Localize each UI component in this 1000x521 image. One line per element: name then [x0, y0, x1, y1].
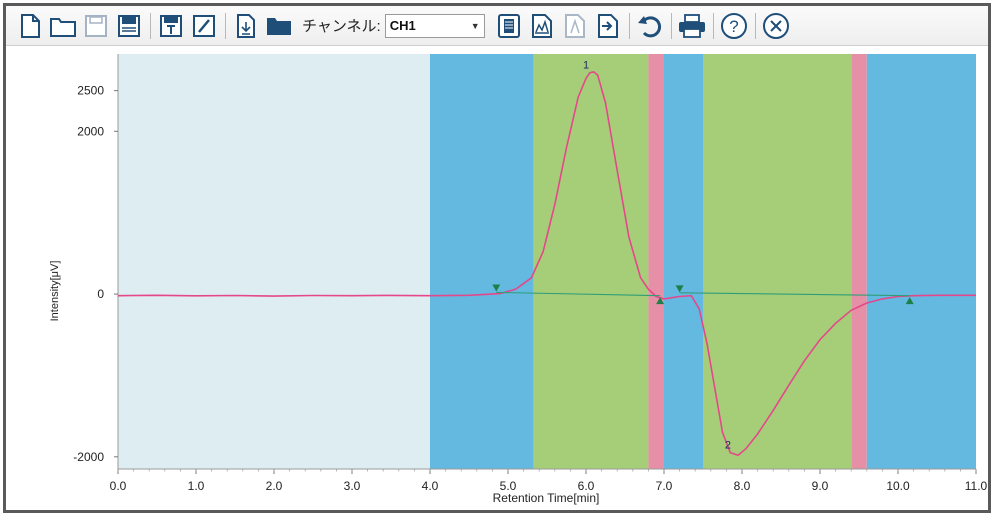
x-tick-label: 2.0 — [266, 479, 283, 493]
y-tick-label: -2000 — [73, 450, 104, 464]
print-icon[interactable] — [676, 10, 708, 42]
svg-text:?: ? — [729, 17, 738, 36]
x-axis-label: Retention Time[min] — [493, 491, 600, 505]
region-noise — [866, 54, 976, 469]
chromatogram-chart[interactable]: 12 0.0 1.0 2.0 3.0 4.0 5.0 6.0 7.0 8.0 9.0 10.0 11.… — [6, 46, 988, 510]
peak-label: 2 — [725, 440, 731, 452]
open-folder-icon[interactable] — [47, 10, 79, 42]
x-tick-label: 10.0 — [886, 479, 910, 493]
x-tick-label: 9.0 — [812, 479, 829, 493]
channel-select[interactable]: CH1 ▼ — [384, 13, 485, 38]
toolbar-separator — [225, 12, 226, 39]
toolbar-separator — [628, 12, 630, 39]
toolbar-separator — [712, 12, 714, 39]
y-axis-label: Intensity[μV] — [49, 261, 61, 322]
channel-select-value: CH1 — [389, 18, 416, 33]
region-peak — [703, 54, 852, 469]
y-tick-label: 2500 — [77, 84, 104, 98]
close-icon[interactable] — [760, 10, 792, 42]
x-tick-label: 0.0 — [110, 479, 127, 493]
x-axis-ticks: 0.0 1.0 2.0 3.0 4.0 5.0 6.0 7.0 8.0 9.0 10.0 11.0 — [110, 469, 988, 493]
region-baseline — [118, 54, 430, 469]
import-icon[interactable] — [230, 10, 262, 42]
folder-icon[interactable] — [263, 10, 295, 42]
save-disabled-icon — [80, 10, 112, 42]
save-template-icon[interactable] — [155, 10, 187, 42]
peak-label: 1 — [583, 60, 589, 72]
y-tick-label: 0 — [97, 287, 104, 301]
undo-icon[interactable] — [634, 10, 666, 42]
x-tick-label: 3.0 — [344, 479, 361, 493]
save-icon[interactable] — [113, 10, 145, 42]
x-tick-label: 8.0 — [734, 479, 751, 493]
toolbar-separator — [670, 12, 672, 39]
region-peak — [533, 54, 649, 469]
chevron-down-icon: ▼ — [470, 20, 480, 31]
x-tick-label: 11.0 — [965, 479, 988, 493]
edit-icon[interactable] — [188, 10, 220, 42]
region-boundary — [648, 54, 664, 469]
calibration-disabled-icon — [559, 10, 591, 42]
channel-label: チャンネル: — [302, 18, 381, 35]
app-window: チャンネル: CH1 ▼ ? 1 2 0.0 1.0 2.0 3.0 4.0 5… — [3, 3, 991, 513]
region-boundary — [851, 54, 867, 469]
toolbar-separator — [150, 12, 151, 39]
new-file-icon[interactable] — [14, 10, 46, 42]
help-icon[interactable]: ? — [718, 10, 750, 42]
export-icon[interactable] — [592, 10, 624, 42]
y-axis-ticks: 2500 2000 0 -2000 — [73, 84, 118, 464]
x-tick-label: 7.0 — [656, 479, 673, 493]
x-tick-label: 4.0 — [422, 479, 439, 493]
region-noise — [664, 54, 703, 469]
x-tick-label: 1.0 — [188, 479, 205, 493]
integration-regions — [118, 54, 976, 469]
y-tick-label: 2000 — [77, 124, 104, 138]
region-noise — [430, 54, 534, 469]
peak-analysis-icon[interactable] — [526, 10, 558, 42]
toolbar-separator — [754, 12, 756, 39]
toolbar: チャンネル: CH1 ▼ ? — [6, 6, 988, 46]
report-icon[interactable] — [493, 10, 525, 42]
